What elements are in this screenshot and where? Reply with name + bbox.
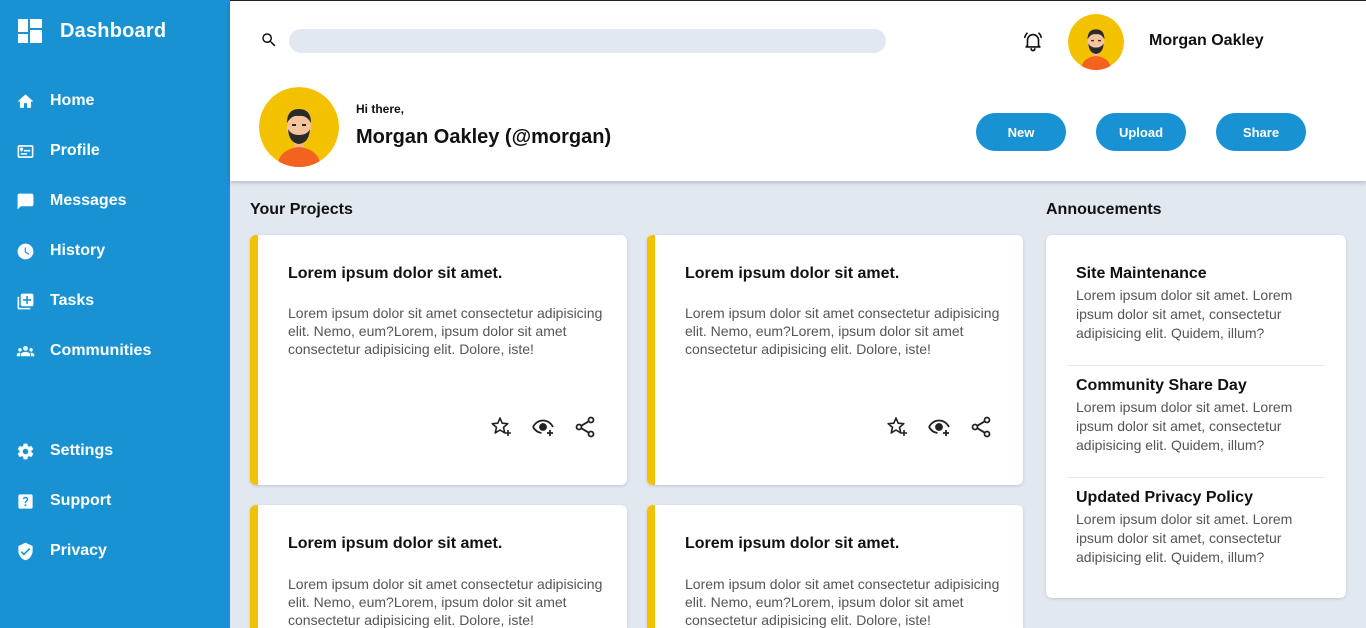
sidebar-item-settings[interactable]: Settings bbox=[16, 439, 113, 463]
star-add-icon[interactable] bbox=[885, 415, 909, 439]
card-text: Lorem ipsum dolor sit amet consectetur a… bbox=[288, 576, 603, 628]
card-text: Lorem ipsum dolor sit amet consectetur a… bbox=[685, 576, 1000, 628]
sidebar-item-communities[interactable]: Communities bbox=[16, 339, 151, 363]
card-title: Lorem ipsum dolor sit amet. bbox=[685, 535, 900, 552]
brand[interactable]: Dashboard bbox=[18, 19, 166, 43]
card-title: Lorem ipsum dolor sit amet. bbox=[288, 265, 503, 282]
home-icon bbox=[17, 93, 34, 108]
sidebar-item-label: History bbox=[50, 242, 106, 259]
avatar-illustration bbox=[259, 87, 339, 167]
announcement-item[interactable]: Community Share Day Lorem ipsum dolor si… bbox=[1068, 376, 1324, 478]
card-title: Lorem ipsum dolor sit amet. bbox=[685, 265, 900, 282]
announcement-item[interactable]: Site Maintenance Lorem ipsum dolor sit a… bbox=[1068, 264, 1324, 366]
sidebar-item-history[interactable]: History bbox=[16, 239, 105, 263]
sidebar-item-support[interactable]: Support bbox=[16, 489, 111, 513]
sidebar: Dashboard Home Profile Messages History … bbox=[0, 0, 230, 628]
sidebar-item-label: Communities bbox=[50, 342, 152, 359]
documents-icon bbox=[17, 293, 34, 309]
card-text: Lorem ipsum dolor sit amet consectetur a… bbox=[288, 305, 603, 357]
sidebar-item-privacy[interactable]: Privacy bbox=[16, 539, 107, 563]
sidebar-item-label: Tasks bbox=[50, 292, 95, 309]
share-icon[interactable] bbox=[969, 415, 993, 439]
gear-icon bbox=[17, 443, 34, 459]
sidebar-item-label: Settings bbox=[50, 442, 114, 459]
avatar[interactable] bbox=[1068, 14, 1124, 70]
upload-button[interactable]: Upload bbox=[1096, 113, 1186, 151]
greeting: Hi there, bbox=[356, 102, 405, 116]
sidebar-item-label: Privacy bbox=[50, 542, 107, 559]
card-actions bbox=[885, 415, 993, 439]
bell-icon[interactable] bbox=[1022, 30, 1044, 52]
new-button[interactable]: New bbox=[976, 113, 1066, 151]
clock-icon bbox=[17, 243, 34, 259]
star-add-icon[interactable] bbox=[489, 415, 513, 439]
watch-add-icon[interactable] bbox=[927, 415, 951, 439]
help-icon bbox=[18, 493, 33, 509]
announcement-title: Site Maintenance bbox=[1076, 265, 1207, 282]
profile-card-icon bbox=[17, 144, 34, 158]
message-icon bbox=[17, 193, 34, 209]
search-input[interactable] bbox=[289, 29, 886, 53]
dashboard-icon bbox=[18, 19, 42, 43]
sidebar-item-label: Support bbox=[50, 492, 112, 509]
sidebar-item-label: Profile bbox=[50, 142, 100, 159]
shield-icon bbox=[18, 542, 33, 560]
card-actions bbox=[489, 415, 597, 439]
share-button[interactable]: Share bbox=[1216, 113, 1306, 151]
project-card[interactable]: Lorem ipsum dolor sit amet. Lorem ipsum … bbox=[250, 505, 627, 628]
announcement-text: Lorem ipsum dolor sit amet. Lorem ipsum … bbox=[1076, 287, 1293, 341]
profile-avatar bbox=[259, 87, 339, 167]
avatar-illustration bbox=[1068, 14, 1124, 70]
header: Morgan Oakley Hi there, Morgan Oakley (@… bbox=[230, 0, 1366, 181]
sidebar-item-label: Home bbox=[50, 92, 95, 109]
user-name[interactable]: Morgan Oakley bbox=[1149, 32, 1264, 50]
announcement-title: Community Share Day bbox=[1076, 377, 1247, 394]
announcements-panel: Site Maintenance Lorem ipsum dolor sit a… bbox=[1046, 235, 1346, 598]
share-icon[interactable] bbox=[573, 415, 597, 439]
project-card[interactable]: Lorem ipsum dolor sit amet. Lorem ipsum … bbox=[647, 235, 1023, 485]
search-icon[interactable] bbox=[260, 31, 278, 49]
project-card[interactable]: Lorem ipsum dolor sit amet. Lorem ipsum … bbox=[647, 505, 1023, 628]
sidebar-item-messages[interactable]: Messages bbox=[16, 189, 127, 213]
announcement-title: Updated Privacy Policy bbox=[1076, 489, 1253, 506]
group-icon bbox=[16, 345, 35, 356]
sidebar-item-home[interactable]: Home bbox=[16, 89, 94, 113]
announcements-title: Annoucements bbox=[1046, 201, 1162, 218]
sidebar-item-label: Messages bbox=[50, 192, 127, 209]
sidebar-item-profile[interactable]: Profile bbox=[16, 139, 100, 163]
projects-title: Your Projects bbox=[250, 201, 353, 218]
profile-name: Morgan Oakley (@morgan) bbox=[356, 126, 612, 148]
brand-label: Dashboard bbox=[60, 19, 167, 42]
watch-add-icon[interactable] bbox=[531, 415, 555, 439]
card-title: Lorem ipsum dolor sit amet. bbox=[288, 535, 503, 552]
project-card[interactable]: Lorem ipsum dolor sit amet. Lorem ipsum … bbox=[250, 235, 627, 485]
card-text: Lorem ipsum dolor sit amet consectetur a… bbox=[685, 305, 1000, 357]
announcement-text: Lorem ipsum dolor sit amet. Lorem ipsum … bbox=[1076, 399, 1293, 453]
announcement-item[interactable]: Updated Privacy Policy Lorem ipsum dolor… bbox=[1068, 488, 1324, 590]
announcement-text: Lorem ipsum dolor sit amet. Lorem ipsum … bbox=[1076, 511, 1293, 565]
sidebar-item-tasks[interactable]: Tasks bbox=[16, 289, 94, 313]
